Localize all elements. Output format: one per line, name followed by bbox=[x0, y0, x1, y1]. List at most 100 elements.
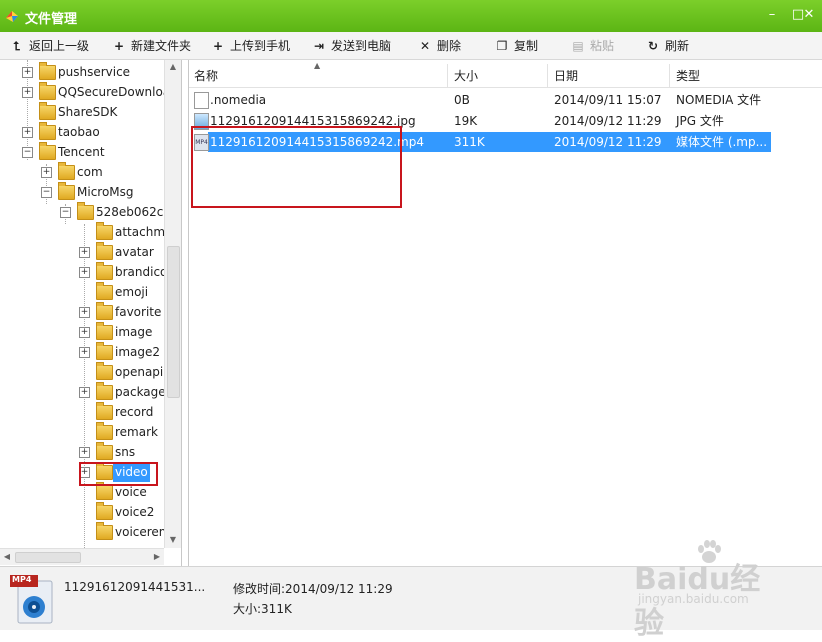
expand-plus-icon[interactable]: + bbox=[79, 387, 90, 398]
blank-file-icon bbox=[194, 92, 209, 109]
tree-vertical-scrollbar[interactable]: ▲ ▼ bbox=[164, 60, 181, 548]
file-type: 媒体文件 (.mp... bbox=[676, 135, 768, 149]
expand-plus-icon[interactable]: + bbox=[79, 267, 90, 278]
expand-plus-icon[interactable]: + bbox=[41, 167, 52, 178]
folder-icon bbox=[96, 502, 113, 520]
tree-node-label: QQSecureDownload bbox=[58, 85, 178, 99]
tree-node-label: Tencent bbox=[58, 145, 105, 159]
folder-icon bbox=[96, 342, 113, 360]
mp4-badge-label: MP4 bbox=[12, 575, 32, 584]
back-up-icon: ⮤ bbox=[13, 39, 21, 53]
tree-node-label: 528eb062c1 bbox=[96, 205, 172, 219]
send-to-pc-button[interactable]: ⇥ 发送到电脑 bbox=[312, 37, 391, 55]
scroll-left-arrow-icon[interactable]: ◀ bbox=[0, 550, 14, 564]
expand-plus-icon[interactable]: + bbox=[22, 67, 33, 78]
scroll-thumb[interactable] bbox=[15, 552, 81, 563]
folder-icon bbox=[96, 262, 113, 280]
title-bar: 文件管理 – □ ✕ bbox=[0, 0, 822, 32]
expand-plus-icon[interactable]: + bbox=[79, 247, 90, 258]
details-filename: 11291612091441531... bbox=[64, 580, 206, 594]
column-header-size[interactable]: 大小 bbox=[454, 67, 478, 85]
folder-icon bbox=[39, 82, 56, 100]
tree-node-label: favorite bbox=[115, 305, 162, 319]
refresh-icon: ↻ bbox=[647, 39, 659, 53]
expand-plus-icon[interactable]: + bbox=[22, 127, 33, 138]
expand-plus-icon[interactable]: + bbox=[79, 447, 90, 458]
column-header-date[interactable]: 日期 bbox=[554, 67, 578, 85]
scroll-right-arrow-icon[interactable]: ▶ bbox=[150, 550, 164, 564]
expand-plus-icon[interactable]: + bbox=[79, 327, 90, 338]
tree-node-label: voice2 bbox=[115, 505, 155, 519]
file-type: JPG 文件 bbox=[676, 114, 724, 128]
folder-icon bbox=[96, 442, 113, 460]
column-divider[interactable] bbox=[669, 64, 670, 87]
folder-icon bbox=[58, 182, 75, 200]
tree-node-label: pushservice bbox=[58, 65, 131, 79]
copy-label: 复制 bbox=[514, 39, 539, 53]
upload-label: 上传到手机 bbox=[230, 39, 291, 53]
minimize-button[interactable]: – bbox=[763, 6, 781, 24]
tree-node-label: package bbox=[115, 385, 166, 399]
folder-icon bbox=[96, 522, 113, 540]
file-size: 311K bbox=[454, 135, 485, 149]
collapse-minus-icon[interactable]: − bbox=[60, 207, 71, 218]
folder-icon bbox=[96, 242, 113, 260]
close-button[interactable]: ✕ bbox=[800, 6, 818, 24]
new-folder-label: 新建文件夹 bbox=[131, 39, 192, 53]
refresh-label: 刷新 bbox=[665, 39, 690, 53]
folder-icon bbox=[96, 362, 113, 380]
back-button[interactable]: ⮤ 返回上一级 bbox=[10, 37, 89, 55]
file-date: 2014/09/12 11:29 bbox=[554, 135, 662, 149]
sort-ascending-icon: ▲ bbox=[314, 61, 321, 70]
tree-node-label: remark bbox=[115, 425, 158, 439]
send-to-pc-icon: ⇥ bbox=[313, 39, 325, 53]
tree-horizontal-scrollbar[interactable]: ◀ ▶ bbox=[0, 548, 164, 565]
collapse-minus-icon[interactable]: − bbox=[41, 187, 52, 198]
folder-icon bbox=[96, 302, 113, 320]
file-name: .nomedia bbox=[210, 93, 267, 107]
toolbar: ⮤ 返回上一级 + 新建文件夹 + 上传到手机 ⇥ 发送到电脑 ✕ 删除 ❐ 复制 ▤ 粘贴 … bbox=[0, 32, 822, 60]
file-date: 2014/09/11 15:07 bbox=[554, 93, 662, 107]
folder-icon bbox=[39, 142, 56, 160]
folder-icon bbox=[39, 122, 56, 140]
upload-to-phone-button[interactable]: + 上传到手机 bbox=[211, 37, 290, 55]
delete-button[interactable]: ✕ 删除 bbox=[418, 37, 461, 55]
scroll-thumb[interactable] bbox=[167, 246, 180, 398]
file-date: 2014/09/12 11:29 bbox=[554, 114, 662, 128]
highlight-box-video-folder bbox=[79, 462, 158, 486]
app-logo-icon bbox=[6, 11, 18, 22]
folder-icon bbox=[39, 102, 56, 120]
column-divider[interactable] bbox=[547, 64, 548, 87]
folder-icon bbox=[77, 202, 94, 220]
scroll-up-arrow-icon[interactable]: ▲ bbox=[166, 60, 180, 74]
tree-node-label: sns bbox=[115, 445, 136, 459]
tree-node-label: taobao bbox=[58, 125, 100, 139]
tree-node-label: MicroMsg bbox=[77, 185, 134, 199]
folder-icon bbox=[96, 482, 113, 500]
refresh-button[interactable]: ↻ 刷新 bbox=[646, 37, 689, 55]
tree-node-label: record bbox=[115, 405, 154, 419]
scroll-down-arrow-icon[interactable]: ▼ bbox=[166, 533, 180, 547]
send-pc-label: 发送到电脑 bbox=[331, 39, 392, 53]
folder-icon bbox=[96, 282, 113, 300]
expand-plus-icon[interactable]: + bbox=[22, 87, 33, 98]
tree-node-label: openapi bbox=[115, 365, 164, 379]
copy-icon: ❐ bbox=[496, 39, 508, 53]
watermark-url: jingyan.baidu.com bbox=[638, 592, 749, 606]
paste-button[interactable]: ▤ 粘贴 bbox=[571, 37, 614, 55]
column-header-name[interactable]: 名称 bbox=[194, 67, 218, 85]
file-row[interactable]: .nomedia 0B 2014/09/11 15:07 NOMEDIA 文件 bbox=[189, 90, 822, 110]
new-folder-button[interactable]: + 新建文件夹 bbox=[112, 37, 191, 55]
details-size: 大小:311K bbox=[233, 602, 292, 616]
tree-node-label: avatar bbox=[115, 245, 154, 259]
collapse-minus-icon[interactable]: − bbox=[22, 147, 33, 158]
column-divider[interactable] bbox=[447, 64, 448, 87]
tree-node-label: emoji bbox=[115, 285, 149, 299]
folder-icon bbox=[58, 162, 75, 180]
column-header-type[interactable]: 类型 bbox=[676, 67, 700, 85]
file-size: 0B bbox=[454, 93, 470, 107]
copy-button[interactable]: ❐ 复制 bbox=[495, 37, 538, 55]
expand-plus-icon[interactable]: + bbox=[79, 307, 90, 318]
folder-icon bbox=[39, 62, 56, 80]
expand-plus-icon[interactable]: + bbox=[79, 347, 90, 358]
